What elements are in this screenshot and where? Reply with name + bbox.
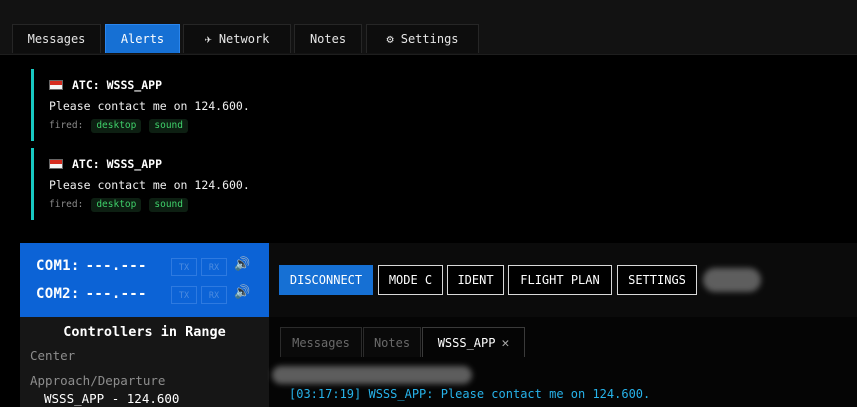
- tab-messages-label: Messages: [27, 32, 86, 46]
- chat-message-text: WSSS_APP: Please contact me on 124.600.: [368, 387, 651, 401]
- alert-channel-badge: sound: [149, 198, 188, 212]
- com1-tx-indicator: TX: [171, 258, 197, 276]
- alert-channel-badge: desktop: [91, 198, 142, 212]
- chat-tab-wsss-app[interactable]: WSSS_APP ✕: [422, 327, 525, 357]
- tab-messages[interactable]: Messages: [12, 24, 101, 53]
- alert-channel-badge: sound: [149, 119, 188, 133]
- alert-title: ATC: WSSS_APP: [72, 157, 163, 171]
- controller-entry[interactable]: WSSS_APP - 124.600: [44, 391, 179, 406]
- com1-row: COM1: ---.---: [36, 258, 147, 274]
- controller-category-center: Center: [30, 348, 76, 363]
- com2-tx-indicator: TX: [171, 286, 197, 304]
- speaker-icon[interactable]: 🔊: [234, 257, 250, 272]
- tab-network[interactable]: ✈ Network: [183, 24, 291, 53]
- controller-category-approach: Approach/Departure: [30, 373, 166, 388]
- alert-channel-badge: desktop: [91, 119, 142, 133]
- alert-item: ATC: WSSS_APP Please contact me on 124.6…: [31, 69, 394, 141]
- alert-item: ATC: WSSS_APP Please contact me on 124.6…: [31, 148, 394, 220]
- tab-notes-label: Notes: [309, 32, 347, 46]
- com2-frequency: ---.---: [85, 286, 147, 302]
- close-icon[interactable]: ✕: [501, 336, 509, 351]
- alert-fired-label: fired:: [49, 120, 84, 131]
- settings-button[interactable]: SETTINGS: [617, 265, 697, 295]
- mode-c-button[interactable]: MODE C: [378, 265, 443, 295]
- com-radio-panel: COM1: ---.--- TX RX 🔊 COM2: ---.--- TX RX …: [20, 243, 269, 317]
- tab-network-label: Network: [218, 32, 270, 46]
- chat-tab-label: Messages: [292, 336, 350, 350]
- disconnect-button[interactable]: DISCONNECT: [279, 265, 373, 295]
- redacted-region: [703, 268, 761, 292]
- flag-icon: [49, 159, 63, 169]
- alert-title: ATC: WSSS_APP: [72, 78, 163, 92]
- chat-tab-label: WSSS_APP: [437, 336, 496, 350]
- flight-plan-button[interactable]: FLIGHT PLAN: [508, 265, 612, 295]
- alert-message: Please contact me on 124.600.: [49, 99, 250, 113]
- flag-icon: [49, 80, 63, 90]
- tab-alerts-label: Alerts: [120, 32, 165, 46]
- ident-button[interactable]: IDENT: [447, 265, 504, 295]
- com2-row: COM2: ---.---: [36, 286, 147, 302]
- chat-tab-label: Notes: [373, 336, 411, 350]
- alert-fired-label: fired:: [49, 199, 84, 210]
- chat-tab-notes[interactable]: Notes: [363, 327, 421, 357]
- tab-settings-label: Settings: [400, 32, 459, 46]
- com2-rx-indicator: RX: [201, 286, 227, 304]
- chat-message: [03:17:19] WSSS_APP: Please contact me o…: [289, 387, 650, 401]
- speaker-icon[interactable]: 🔊: [234, 285, 250, 300]
- tab-alerts[interactable]: Alerts: [105, 24, 180, 53]
- com2-label: COM2:: [36, 286, 80, 302]
- chat-message-time: [03:17:19]: [289, 387, 362, 401]
- com1-rx-indicator: RX: [201, 258, 227, 276]
- com1-label: COM1:: [36, 258, 80, 274]
- tab-settings[interactable]: ⚙ Settings: [366, 24, 479, 53]
- chat-tab-messages[interactable]: Messages: [280, 327, 362, 357]
- gear-icon: ⚙: [386, 32, 394, 46]
- airplane-icon: ✈: [204, 32, 212, 46]
- controllers-title: Controllers in Range: [63, 324, 226, 340]
- redacted-region: [272, 366, 472, 384]
- com1-frequency: ---.---: [85, 258, 147, 274]
- alert-message: Please contact me on 124.600.: [49, 178, 250, 192]
- tab-notes[interactable]: Notes: [294, 24, 362, 53]
- controllers-panel: Controllers in Range Center Approach/Dep…: [20, 317, 269, 407]
